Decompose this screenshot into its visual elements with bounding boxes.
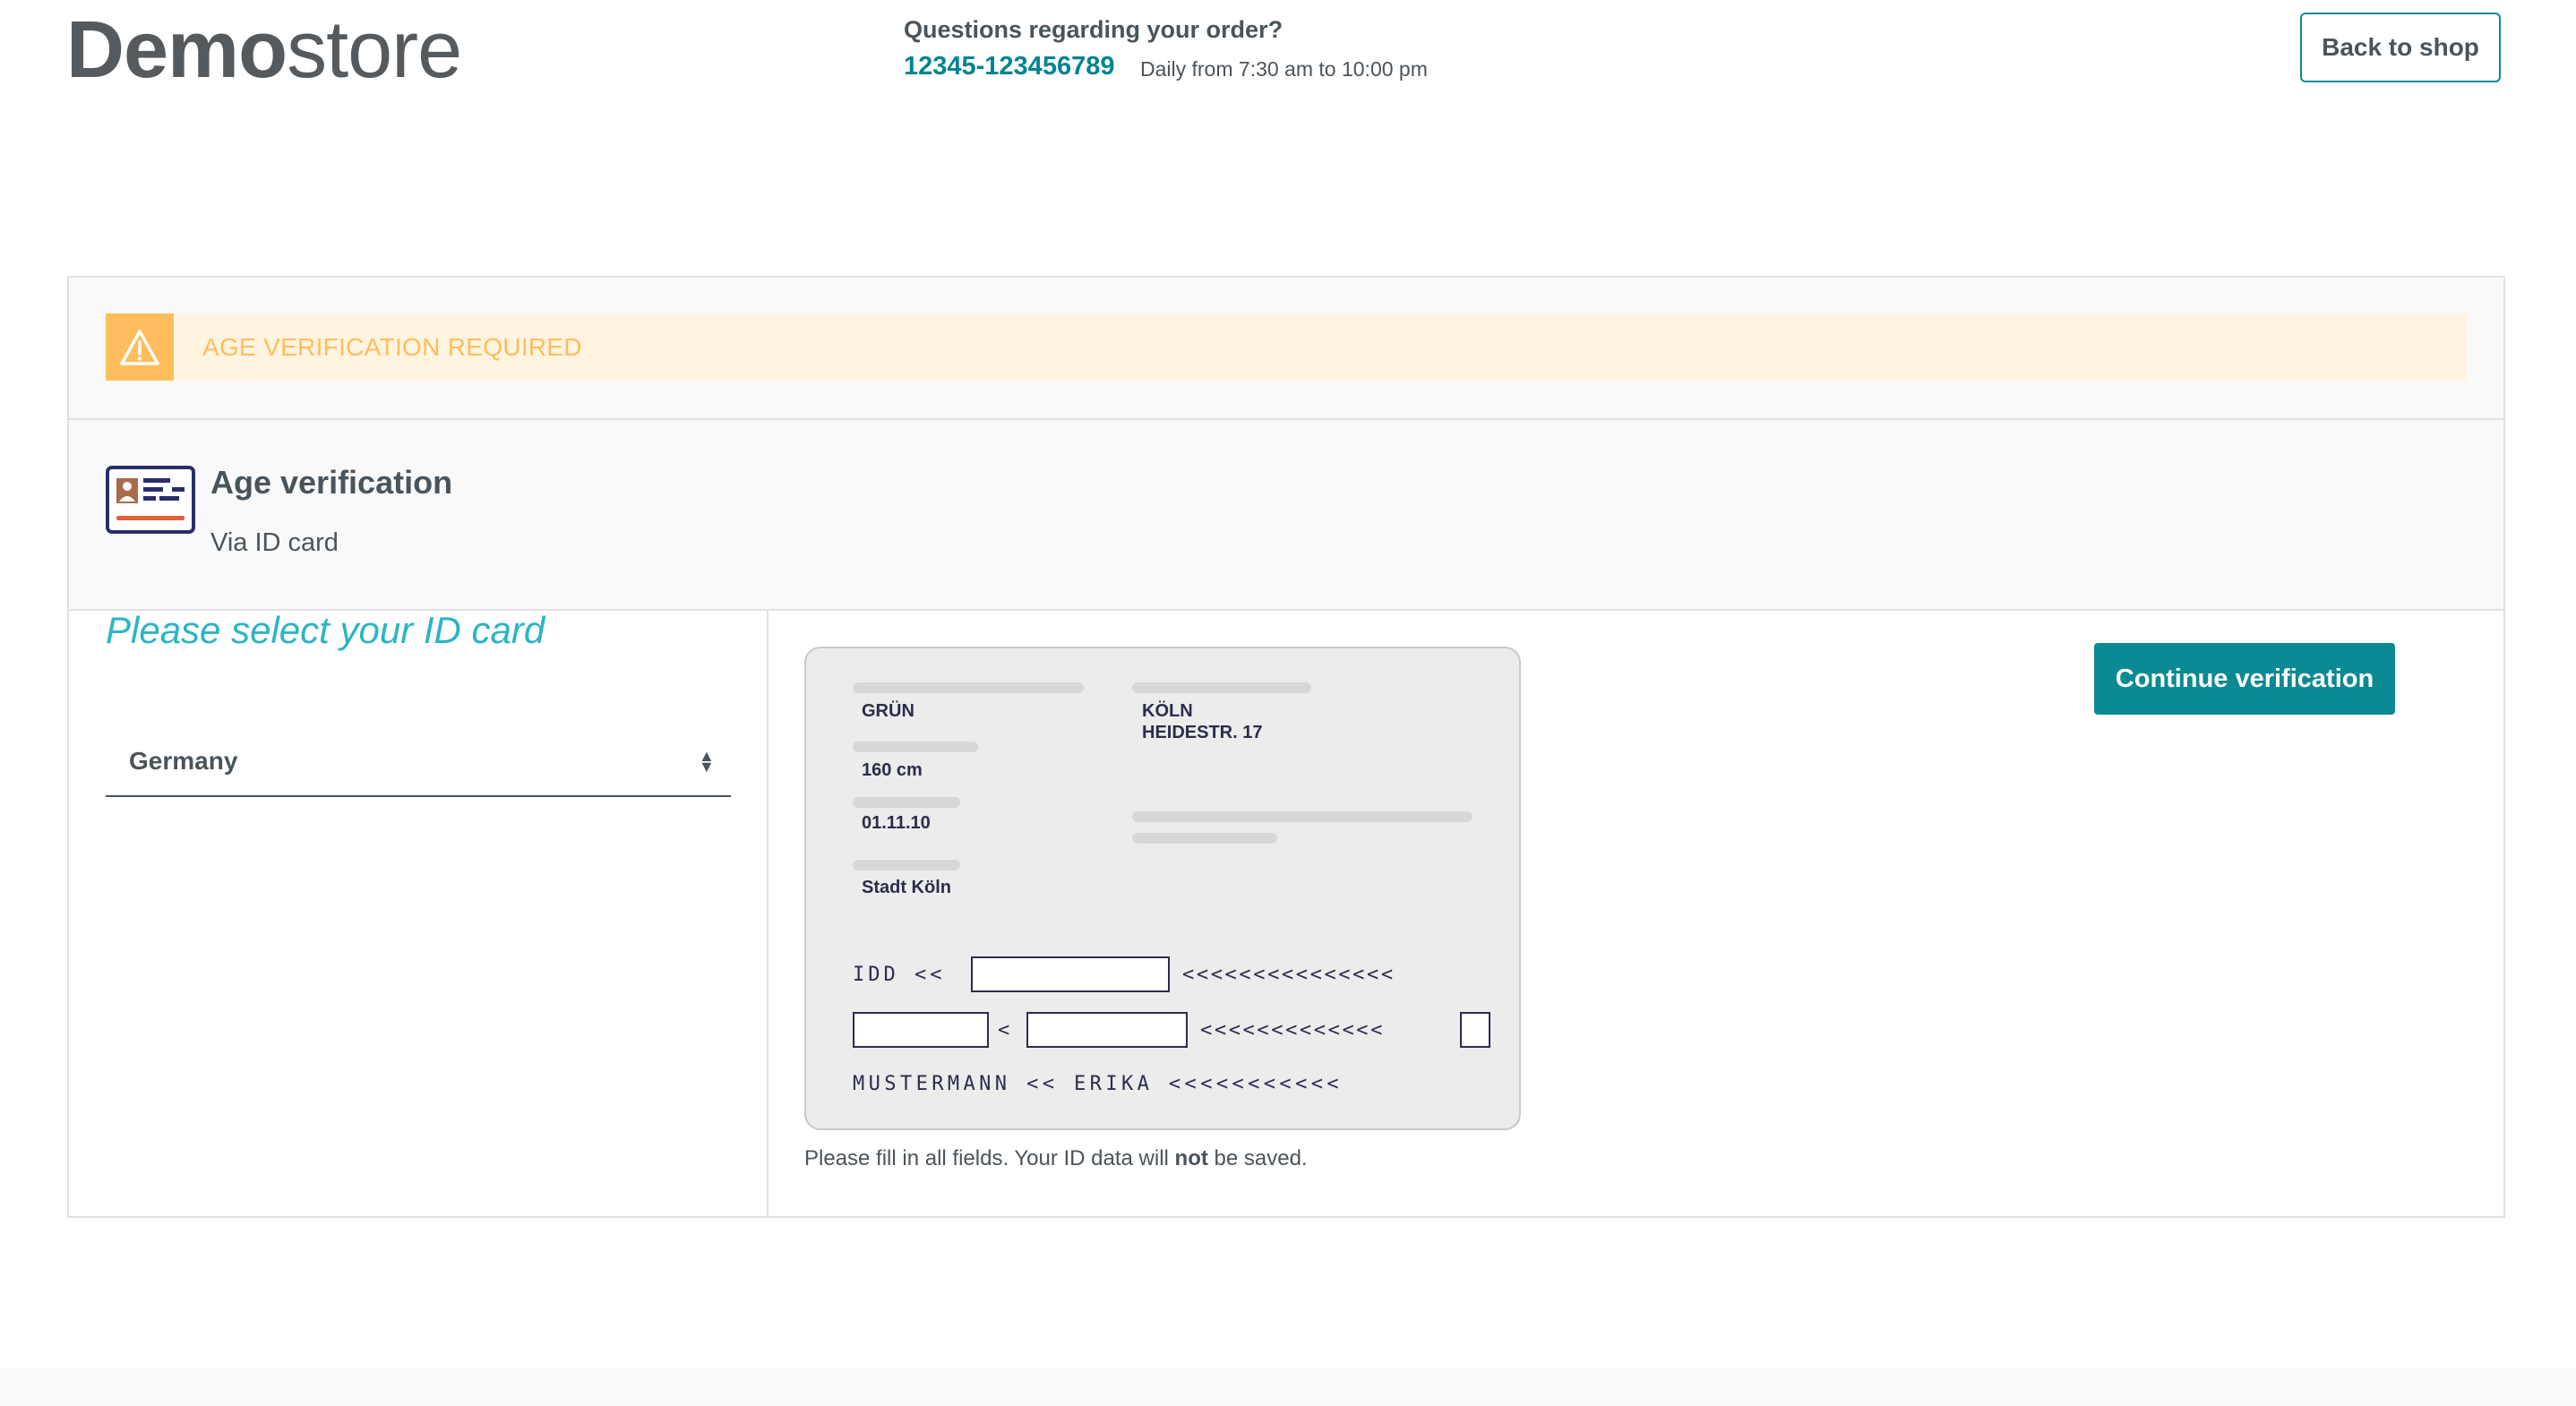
logo-bold: Demo <box>66 5 288 95</box>
hotline-number[interactable]: 12345-123456789 <box>904 52 1114 81</box>
card-placeholder-bar <box>853 860 960 870</box>
logo[interactable]: Demostore <box>66 5 462 95</box>
mrz-line2-separator: < <box>998 1019 1014 1042</box>
id-number-input[interactable] <box>971 956 1170 992</box>
country-select-value[interactable]: Germany <box>129 747 237 776</box>
card-city: KÖLN <box>1142 701 1193 721</box>
card-placeholder-bar <box>1132 833 1277 844</box>
column-divider <box>767 611 769 1216</box>
card-eye-color: GRÜN <box>862 701 914 721</box>
hotline-hours: Daily from 7:30 am to 10:00 pm <box>1140 57 1428 81</box>
mrz-line2-fill: <<<<<<<<<<<<< <box>1200 1019 1385 1042</box>
card-placeholder-bar <box>853 797 960 808</box>
card-placeholder-bar <box>1132 682 1311 693</box>
card-placeholder-bar <box>853 742 978 752</box>
logo-light: store <box>287 5 462 95</box>
privacy-hint: Please fill in all fields. Your ID data … <box>804 1146 1308 1171</box>
continue-verification-button[interactable]: Continue verification <box>2094 643 2395 715</box>
mrz-line1-prefix: IDD << <box>853 964 946 986</box>
back-to-shop-button[interactable]: Back to shop <box>2300 13 2501 82</box>
hotline-question: Questions regarding your order? <box>904 16 1284 43</box>
hint-suffix: be saved. <box>1207 1146 1308 1170</box>
card-street: HEIDESTR. 17 <box>1142 723 1263 742</box>
hint-prefix: Please fill in all fields. Your ID data … <box>804 1146 1175 1170</box>
select-arrows-icon: ▲ ▼ <box>699 747 715 776</box>
expiry-date-input[interactable] <box>1026 1012 1188 1048</box>
footer <box>0 1368 2576 1406</box>
card-authority: Stadt Köln <box>862 878 951 897</box>
card-placeholder-bar <box>1132 811 1473 822</box>
id-card-icon <box>106 466 195 534</box>
card-issue-date: 01.11.10 <box>862 813 931 833</box>
birth-date-input[interactable] <box>853 1012 989 1048</box>
card-placeholder-bar <box>853 682 1084 693</box>
hint-emphasis: not <box>1174 1146 1208 1170</box>
alert-text: AGE VERIFICATION REQUIRED <box>202 333 582 361</box>
mrz-line3: MUSTERMANN << ERIKA <<<<<<<<<<< <box>853 1073 1343 1095</box>
method-subtitle: Via ID card <box>210 528 339 557</box>
mrz-line1-fill: <<<<<<<<<<<<<<< <box>1182 964 1395 986</box>
check-digit-input[interactable] <box>1460 1012 1490 1048</box>
method-title: Age verification <box>210 464 453 501</box>
card-height: 160 cm <box>862 760 923 780</box>
method-zone <box>69 420 2503 611</box>
select-id-heading: Please select your ID card <box>106 609 545 651</box>
warning-icon <box>106 313 174 381</box>
